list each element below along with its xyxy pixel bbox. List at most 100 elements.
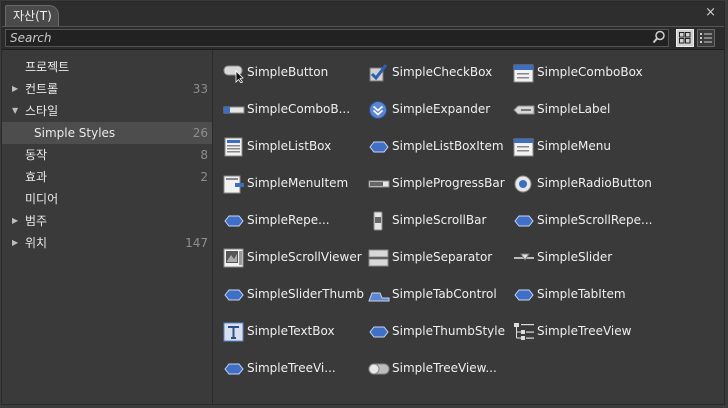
tree-item-label: 미디어 xyxy=(25,192,59,206)
asset-name: SimpleExpander xyxy=(392,102,491,116)
asset-item[interactable]: SimpleSeparator xyxy=(368,246,513,270)
grid-view-button[interactable] xyxy=(676,29,694,47)
asset-name: SimpleTreeVi... xyxy=(247,361,336,375)
asset-grid: SimpleButton SimpleCheckBox SimpleComboB… xyxy=(213,50,724,404)
tree-item-count: 2 xyxy=(200,170,208,184)
list-view-button[interactable] xyxy=(697,29,715,47)
scrollbar-icon xyxy=(373,211,383,231)
style-icon xyxy=(224,363,244,375)
asset-item[interactable]: SimpleScrollRepe... xyxy=(513,209,658,233)
asset-item[interactable]: SimpleListBox xyxy=(223,135,368,159)
asset-name: SimpleRepe... xyxy=(247,213,330,227)
tree-item-count: 147 xyxy=(185,236,208,250)
asset-item[interactable]: SimpleTextBox xyxy=(223,320,368,344)
asset-item[interactable]: SimpleSliderThumb xyxy=(223,283,368,307)
expand-arrow-icon[interactable]: ▶ xyxy=(12,78,18,100)
slider-icon xyxy=(514,253,534,261)
asset-name: SimpleSeparator xyxy=(392,250,493,264)
toggle-icon xyxy=(368,363,390,375)
expand-arrow-icon[interactable]: ▶ xyxy=(12,232,18,254)
tabcontrol-icon xyxy=(368,292,390,302)
asset-name: SimpleTabControl xyxy=(392,287,497,301)
asset-item[interactable]: SimpleProgressBar xyxy=(368,172,513,196)
tree-item-locations[interactable]: ▶ 위치 147 xyxy=(2,232,212,254)
radiobutton-icon xyxy=(514,175,532,193)
tree-item-behaviors[interactable]: 동작 8 xyxy=(2,144,212,166)
asset-item[interactable]: SimpleTabItem xyxy=(513,283,658,307)
style-icon xyxy=(514,215,534,227)
assets-panel: 자산(T) × 프로젝트 xyxy=(1,1,725,405)
search-icon[interactable] xyxy=(652,30,666,44)
asset-item[interactable]: SimpleTreeVi... xyxy=(223,357,368,381)
asset-name: SimpleTextBox xyxy=(247,324,335,338)
asset-item[interactable]: SimpleListBoxItem xyxy=(368,135,513,159)
label-icon xyxy=(513,105,535,115)
tree-item-label: 동작 xyxy=(25,148,48,162)
tree-item-count: 8 xyxy=(200,148,208,162)
asset-name: SimpleLabel xyxy=(537,102,611,116)
asset-item[interactable]: SimpleTreeView... xyxy=(368,357,513,381)
asset-item[interactable]: SimpleExpander xyxy=(368,98,513,122)
asset-item[interactable]: SimpleScrollViewer xyxy=(223,246,368,270)
asset-name: SimpleMenu xyxy=(537,139,611,153)
asset-name: SimpleComboB... xyxy=(247,102,351,116)
comboboxitem-icon xyxy=(223,106,245,114)
asset-item[interactable]: SimpleSlider xyxy=(513,246,658,270)
asset-item[interactable]: SimpleMenu xyxy=(513,135,658,159)
tree-item-project[interactable]: 프로젝트 xyxy=(2,56,212,78)
separator-icon xyxy=(368,249,389,267)
asset-item[interactable]: SimpleComboBox xyxy=(513,61,658,85)
treeview-icon xyxy=(514,323,534,340)
menuitem-icon xyxy=(223,175,244,194)
asset-item[interactable]: SimpleTreeView xyxy=(513,320,658,344)
tree-item-label: 효과 xyxy=(25,170,48,184)
asset-name: SimpleTreeView... xyxy=(392,361,497,375)
tree-item-styles[interactable]: ▼ 스타일 xyxy=(2,100,212,122)
tree-item-controls[interactable]: ▶ 컨트롤 33 xyxy=(2,78,212,100)
tree-item-categories[interactable]: ▶ 범주 xyxy=(2,210,212,232)
panel-titlebar: 자산(T) × xyxy=(2,2,724,27)
combobox-icon xyxy=(513,64,534,83)
tree-item-label: 스타일 xyxy=(25,104,59,118)
asset-item[interactable]: SimpleButton xyxy=(223,61,368,85)
close-icon[interactable]: × xyxy=(705,5,716,20)
search-bar xyxy=(2,27,724,50)
asset-name: SimpleButton xyxy=(247,65,329,79)
asset-name: SimpleTabItem xyxy=(537,287,626,301)
asset-name: SimpleListBoxItem xyxy=(392,139,504,153)
asset-item[interactable]: SimpleTabControl xyxy=(368,283,513,307)
asset-item[interactable]: SimpleLabel xyxy=(513,98,658,122)
search-input[interactable] xyxy=(5,29,669,47)
asset-item[interactable]: SimpleCheckBox xyxy=(368,61,513,85)
tree-item-label: 범주 xyxy=(25,214,48,228)
asset-name: SimpleScrollRepe... xyxy=(537,213,653,227)
checkbox-icon xyxy=(369,64,388,82)
tree-item-simple-styles[interactable]: Simple Styles 26 xyxy=(2,122,212,144)
tree-item-label: 컨트롤 xyxy=(25,82,59,96)
scrollviewer-icon xyxy=(223,248,244,268)
asset-name: SimpleScrollViewer xyxy=(247,250,362,264)
asset-name: SimpleSlider xyxy=(537,250,613,264)
style-icon xyxy=(369,326,389,338)
asset-name: SimpleComboBox xyxy=(537,65,643,79)
tree-item-effects[interactable]: 효과 2 xyxy=(2,166,212,188)
collapse-arrow-icon[interactable]: ▼ xyxy=(12,100,18,122)
expander-icon xyxy=(369,101,387,119)
tree-item-count: 33 xyxy=(192,82,208,96)
asset-item[interactable]: SimpleRepe... xyxy=(223,209,368,233)
asset-item[interactable]: SimpleRadioButton xyxy=(513,172,658,196)
tree-item-media[interactable]: 미디어 xyxy=(2,188,212,210)
asset-name: SimpleCheckBox xyxy=(392,65,493,79)
tree-item-count: 26 xyxy=(192,126,208,140)
asset-item[interactable]: SimpleThumbStyle xyxy=(368,320,513,344)
asset-name: SimpleSliderThumb xyxy=(247,287,365,301)
list-icon xyxy=(700,33,712,43)
style-icon xyxy=(369,141,389,153)
tab-assets[interactable]: 자산(T) xyxy=(5,5,59,26)
asset-item[interactable]: SimpleMenuItem xyxy=(223,172,368,196)
expand-arrow-icon[interactable]: ▶ xyxy=(12,210,18,232)
asset-item[interactable]: SimpleComboB... xyxy=(223,98,368,122)
asset-item[interactable]: SimpleScrollBar xyxy=(368,209,513,233)
tree-item-label: 프로젝트 xyxy=(25,60,70,74)
style-icon xyxy=(224,215,244,227)
